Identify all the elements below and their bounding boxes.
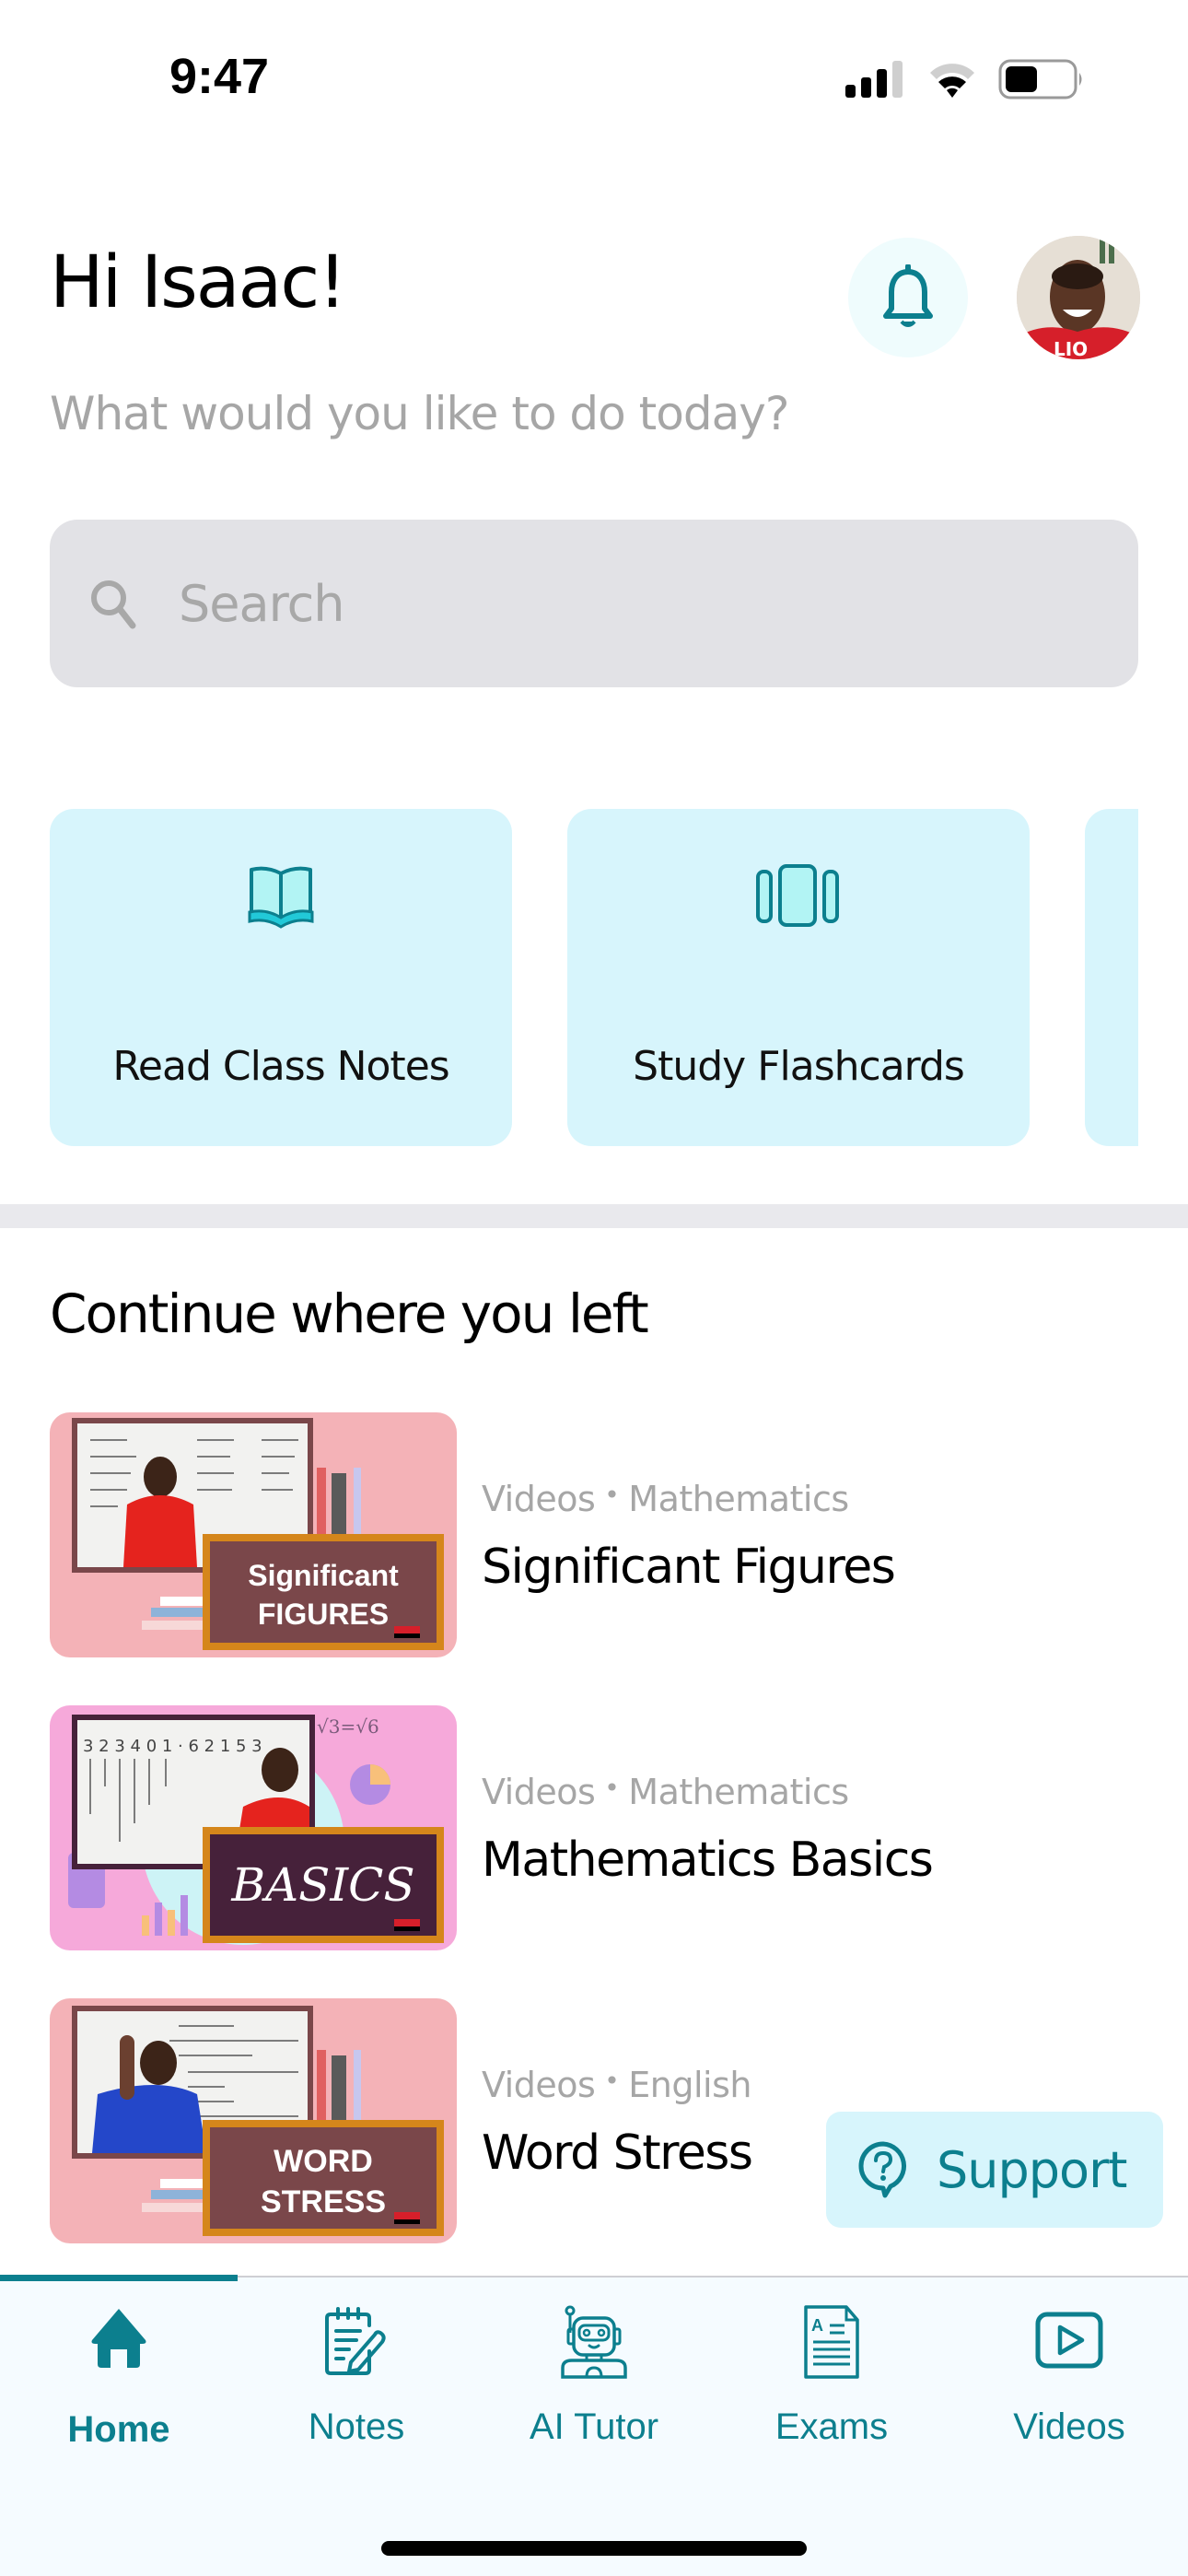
- status-icons: [845, 59, 1085, 100]
- tab-label: Exams: [775, 2406, 889, 2447]
- tab-label: Home: [67, 2409, 170, 2450]
- flashcards-icon: [756, 864, 839, 927]
- exam-document-icon: A: [804, 2305, 859, 2379]
- thumbnail-caption: STRESS: [261, 2184, 386, 2219]
- tab-exams[interactable]: A Exams: [713, 2277, 950, 2462]
- tab-home[interactable]: Home: [0, 2277, 238, 2462]
- battery-icon: [998, 59, 1082, 100]
- svg-text:A: A: [811, 2316, 823, 2335]
- support-button[interactable]: Support: [826, 2112, 1163, 2228]
- notifications-button[interactable]: [848, 238, 968, 357]
- item-meta: Videos • Mathematics: [482, 1772, 849, 1812]
- subject: Mathematics: [628, 1479, 849, 1519]
- tab-videos[interactable]: Videos: [950, 2277, 1188, 2462]
- read-class-notes-card[interactable]: Read Class Notes: [50, 809, 512, 1146]
- svg-text:√3=√6: √3=√6: [317, 1715, 379, 1738]
- search-input[interactable]: [179, 574, 1007, 633]
- cellular-signal-icon: [845, 61, 903, 98]
- card-label: Read Class Notes: [112, 1043, 449, 1090]
- separator-dot: •: [604, 1480, 620, 1510]
- tab-ai-tutor[interactable]: AI Tutor: [475, 2277, 713, 2462]
- help-chat-icon: [858, 2141, 907, 2198]
- support-label: Support: [937, 2140, 1127, 2199]
- subject: Mathematics: [628, 1772, 849, 1812]
- avatar-photo: LIO: [1017, 236, 1140, 359]
- item-title: Mathematics Basics: [482, 1832, 934, 1888]
- separator-dot: •: [604, 2066, 620, 2096]
- quick-actions-carousel[interactable]: Read Class Notes Study Flashcards: [50, 809, 1138, 1146]
- video-thumbnail: Significant FIGURES: [50, 1412, 457, 1657]
- robot-icon: [561, 2305, 627, 2379]
- content-type: Videos: [482, 1772, 596, 1812]
- open-book-icon: [248, 866, 314, 929]
- bottom-tab-bar: Home Notes AI Tutor A Exams Videos: [0, 2275, 1188, 2576]
- continue-list-item[interactable]: Significant FIGURES Videos • Mathematics S…: [50, 1412, 1138, 1657]
- wifi-icon: [930, 64, 974, 98]
- continue-section-title: Continue where you left: [50, 1282, 649, 1345]
- separator-dot: •: [604, 1773, 620, 1803]
- greeting-subtitle: What would you like to do today?: [50, 387, 789, 440]
- item-meta: Videos • Mathematics: [482, 1479, 849, 1519]
- thumbnail-caption: Significant: [248, 1559, 399, 1592]
- tab-label: Videos: [1013, 2406, 1125, 2447]
- study-flashcards-card[interactable]: Study Flashcards: [567, 809, 1030, 1146]
- thumbnail-caption: BASICS: [230, 1858, 414, 1912]
- subject: English: [628, 2065, 751, 2105]
- bell-icon: [883, 264, 933, 327]
- item-meta: Videos • English: [482, 2065, 751, 2105]
- tab-label: AI Tutor: [529, 2406, 659, 2447]
- continue-list-item[interactable]: √3=√6 3 2 3 4 0 1 · 6 2 1 5 3 BASICS Vid…: [50, 1705, 1138, 1950]
- play-video-icon: [1035, 2312, 1103, 2369]
- video-thumbnail: √3=√6 3 2 3 4 0 1 · 6 2 1 5 3 BASICS: [50, 1705, 457, 1950]
- greeting-title: Hi Isaac!: [50, 241, 347, 324]
- svg-text:LIO: LIO: [1054, 338, 1088, 359]
- card-label: Study Flashcards: [633, 1043, 965, 1090]
- item-title: Significant Figures: [482, 1540, 896, 1595]
- status-time: 9:47: [169, 49, 270, 104]
- partial-action-card[interactable]: [1085, 809, 1138, 1146]
- notepad-pencil-icon: [325, 2307, 386, 2375]
- tab-label: Notes: [308, 2406, 405, 2447]
- content-type: Videos: [482, 1479, 596, 1519]
- tab-notes[interactable]: Notes: [238, 2277, 475, 2462]
- section-divider: [0, 1204, 1188, 1228]
- thumbnail-caption: WORD: [274, 2144, 373, 2179]
- content-type: Videos: [482, 2065, 596, 2105]
- home-icon: [91, 2309, 146, 2368]
- item-title: Word Stress: [482, 2125, 753, 2181]
- search-bar[interactable]: [50, 520, 1138, 687]
- search-icon: [91, 580, 136, 629]
- video-thumbnail: WORD STRESS: [50, 1998, 457, 2243]
- profile-avatar[interactable]: LIO: [1017, 236, 1140, 359]
- svg-text:3 2 3 4 0 1 · 6 2 1 5 3: 3 2 3 4 0 1 · 6 2 1 5 3: [83, 1737, 262, 1756]
- home-indicator[interactable]: [381, 2541, 807, 2556]
- thumbnail-caption: FIGURES: [258, 1598, 389, 1631]
- status-bar: 9:47: [0, 0, 1188, 157]
